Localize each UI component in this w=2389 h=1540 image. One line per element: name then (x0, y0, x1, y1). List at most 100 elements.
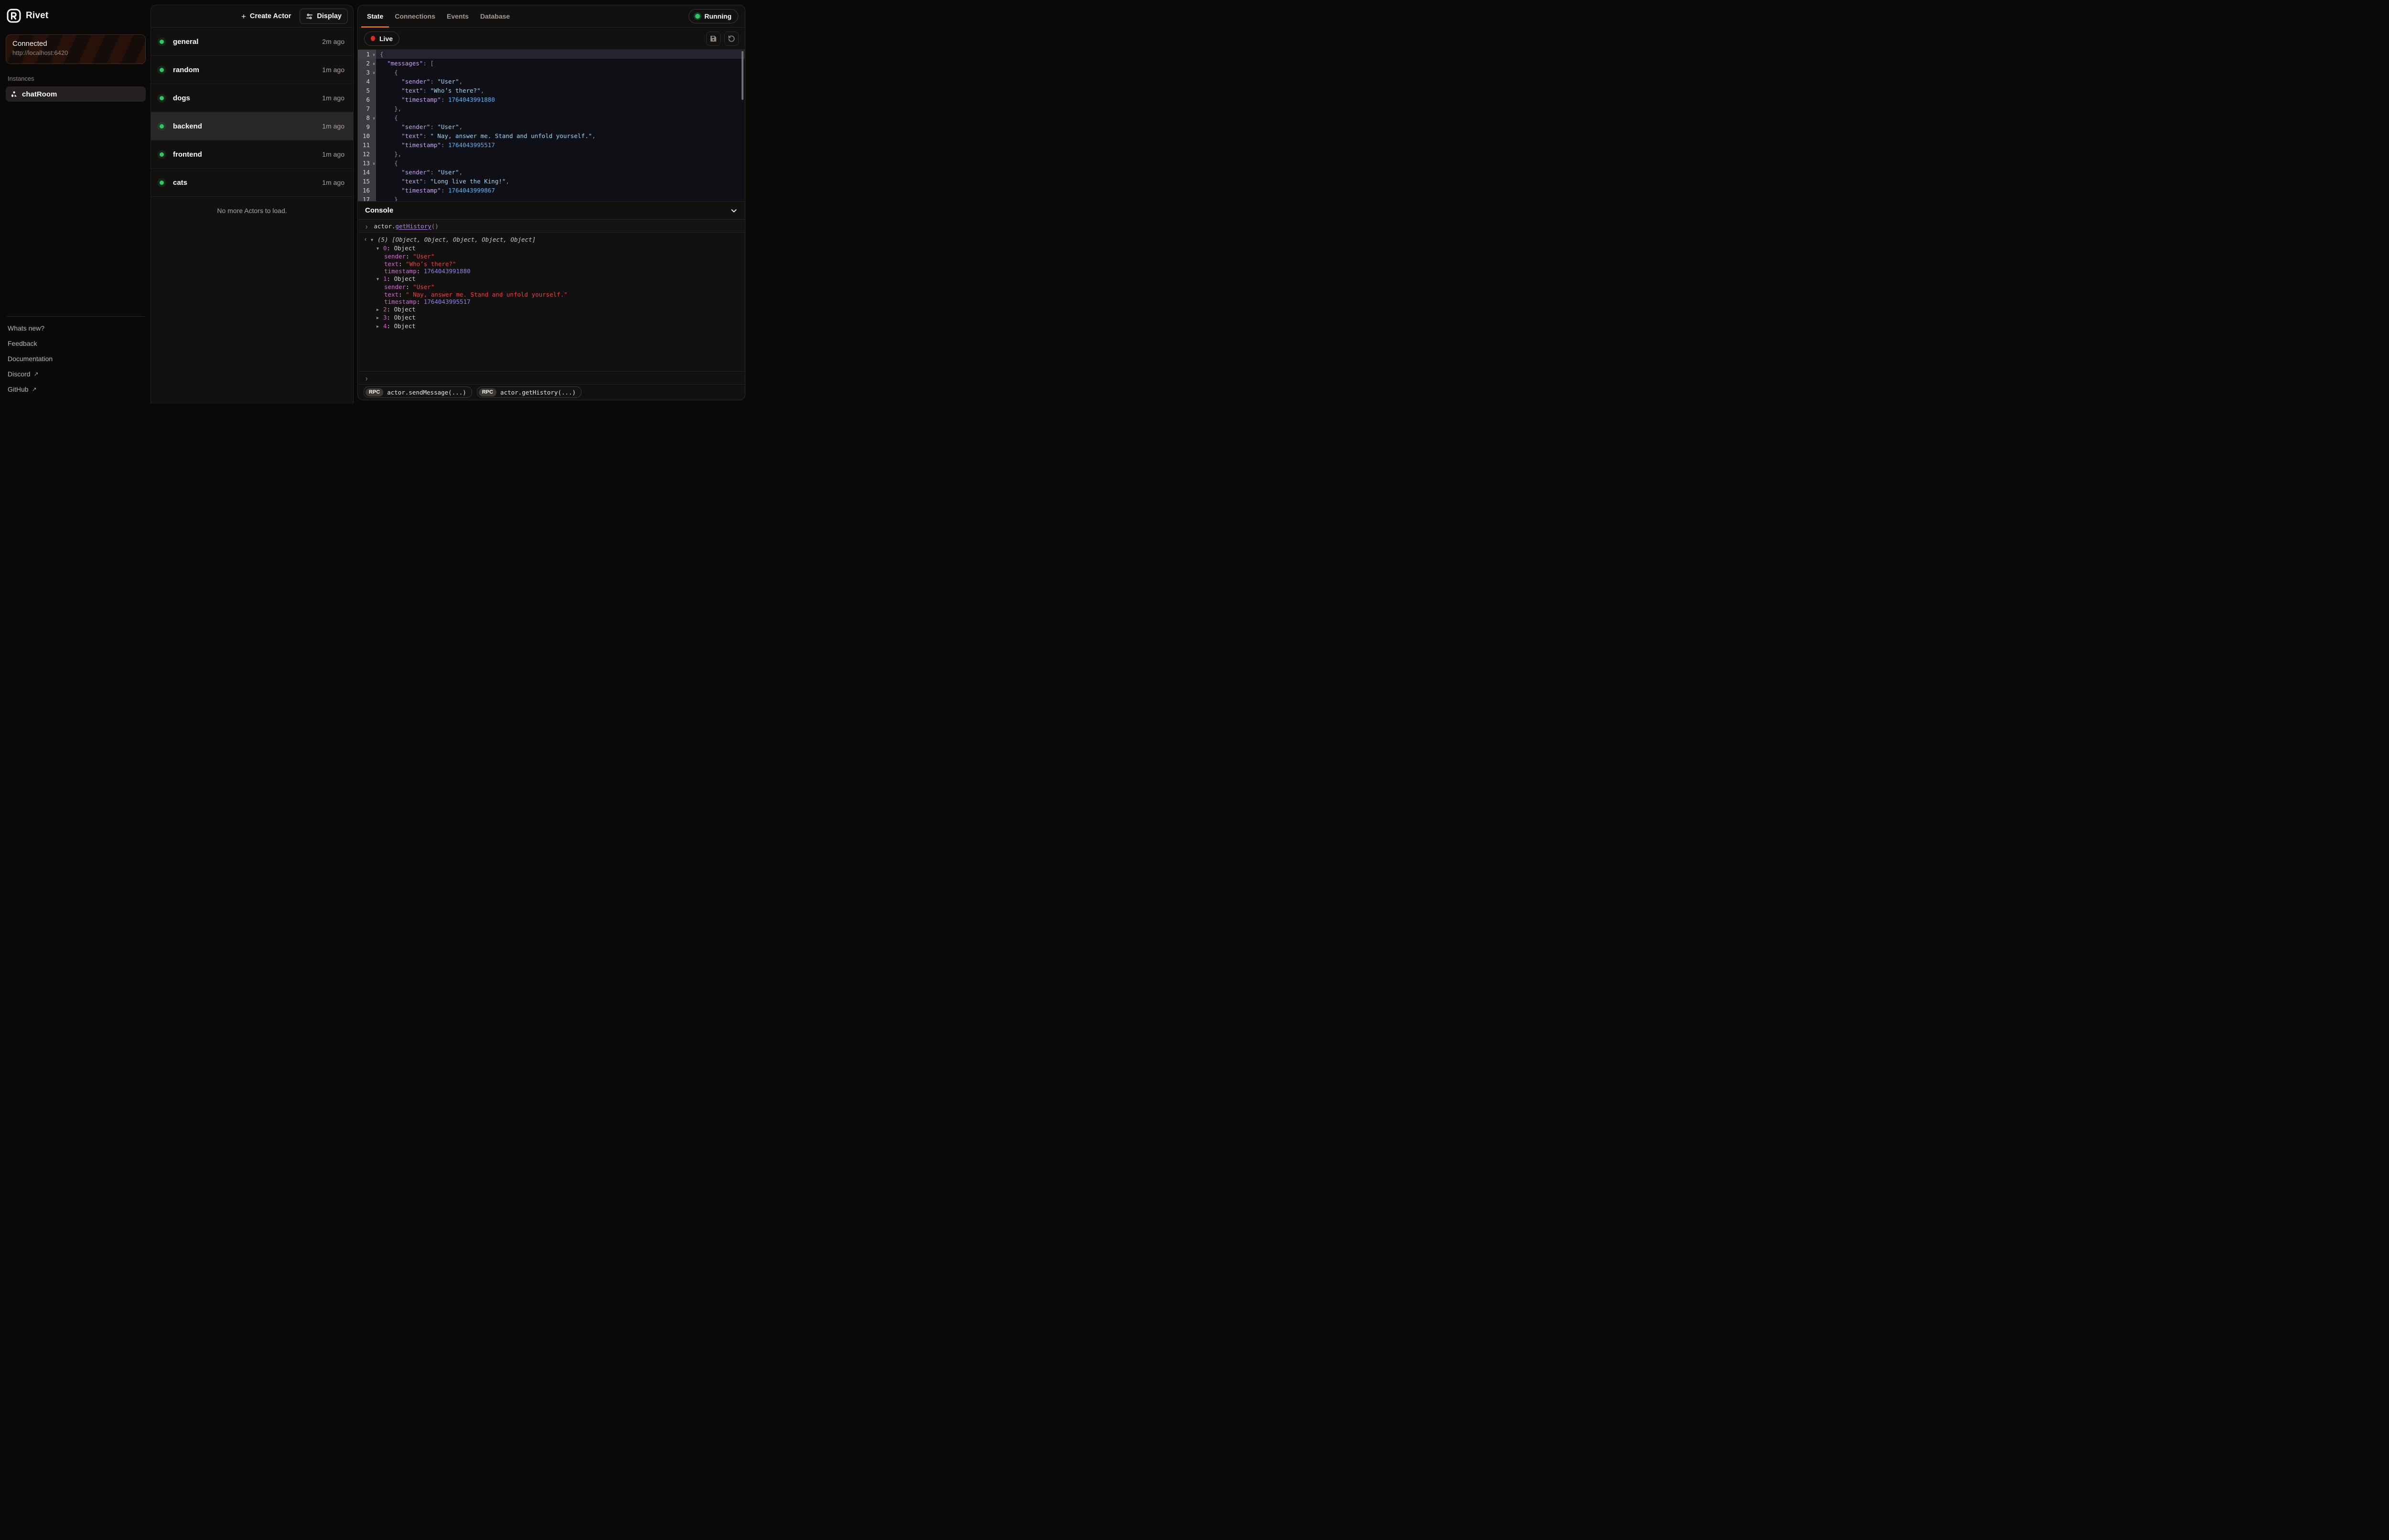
editor-line-1: 1∨{ (358, 50, 745, 59)
editor-line-9: 9 "sender": "User", (358, 122, 745, 131)
code-text: }, (376, 104, 401, 113)
editor-line-7: 7 }, (358, 104, 745, 113)
actor-name: random (173, 66, 199, 74)
line-number: 16 (358, 186, 376, 195)
sidebar-link-documentation[interactable]: Documentation (6, 351, 146, 366)
fold-chevron-icon[interactable]: ∨ (373, 68, 375, 77)
actor-time: 1m ago (322, 94, 344, 102)
editor-line-17: 17 } (358, 195, 745, 201)
tab-state[interactable]: State (361, 5, 389, 27)
fold-chevron-icon[interactable]: ∨ (373, 59, 375, 68)
fold-chevron-icon[interactable]: ∨ (373, 50, 375, 59)
line-gutter: 12 (358, 150, 376, 159)
editor-line-6: 6 "timestamp": 1764043991880 (358, 95, 745, 104)
line-gutter: 8∨ (358, 113, 376, 122)
tab-events[interactable]: Events (441, 5, 474, 27)
line-gutter: 3∨ (358, 68, 376, 77)
actor-name: cats (173, 179, 187, 187)
connection-card: Connected http://localhost:6420 (6, 34, 146, 64)
state-json-editor[interactable]: 1∨{2∨ "messages": [3∨ {4 "sender": "User… (358, 50, 745, 201)
sidebar-instance-chatRoom[interactable]: chatRoom (6, 86, 146, 102)
actor-name: backend (173, 122, 202, 130)
collapsed-triangle-icon[interactable]: ▶ (377, 323, 383, 331)
sidebar-divider (7, 316, 145, 317)
actor-row-frontend[interactable]: frontend1m ago (151, 140, 353, 169)
save-button[interactable] (706, 32, 721, 46)
line-gutter: 17 (358, 195, 376, 201)
rivet-app: Rivet Connected http://localhost:6420 In… (0, 0, 749, 404)
actors-panel: + Create Actor Display general 2m ago rand… (151, 5, 354, 404)
line-number: 4 (358, 77, 376, 86)
actor-row-backend[interactable]: backend 1m ago (151, 112, 353, 140)
sidebar-link-feedback[interactable]: Feedback (6, 336, 146, 351)
external-link-icon: ↗ (32, 386, 37, 393)
line-number: 12 (358, 150, 376, 159)
actor-status-dot (160, 124, 164, 128)
console-tree-row: ▶2: Object (358, 306, 745, 314)
actor-row-dogs[interactable]: dogs1m ago (151, 84, 353, 112)
code-text: "messages": [ (376, 59, 434, 68)
line-gutter: 2∨ (358, 59, 376, 68)
actor-row-random[interactable]: random1m ago (151, 56, 353, 84)
reset-button[interactable] (724, 32, 739, 46)
actor-row-general[interactable]: general 2m ago (151, 28, 353, 56)
actor-time: 1m ago (322, 122, 344, 130)
console-tree-row: text: "Who’s there?" (358, 260, 745, 268)
sidebar: Rivet Connected http://localhost:6420 In… (0, 0, 151, 404)
line-gutter: 6 (358, 95, 376, 104)
editor-line-10: 10 "text": " Nay, answer me. Stand and u… (358, 131, 745, 140)
rpc-chip: RPC (479, 388, 496, 396)
editor-line-15: 15 "text": "Long live the King!", (358, 177, 745, 186)
fold-chevron-icon[interactable]: ∨ (373, 159, 375, 168)
rpc-button-actor-gethistory[interactable]: RPC actor.getHistory(...) (477, 386, 581, 398)
console-tree-row: timestamp: 1764043991880 (358, 267, 745, 275)
code-text: "timestamp": 1764043999867 (376, 186, 495, 195)
console-input[interactable]: › (358, 371, 745, 384)
line-number: 15 (358, 177, 376, 186)
line-number: 14 (358, 168, 376, 177)
actor-time: 1m ago (322, 179, 344, 186)
expanded-triangle-icon[interactable]: ▼ (377, 246, 383, 253)
console-tree-row: timestamp: 1764043995517 (358, 298, 745, 306)
plus-icon: + (241, 12, 246, 21)
rpc-code: actor.getHistory(...) (500, 389, 576, 396)
actor-name: general (173, 38, 198, 46)
actor-group-icon (11, 91, 18, 98)
actor-row-cats[interactable]: cats 1m ago (151, 169, 353, 197)
sidebar-link-github[interactable]: GitHub↗ (6, 382, 146, 397)
editor-line-12: 12 }, (358, 150, 745, 159)
line-number: 9 (358, 122, 376, 131)
console-tree-row: ▶4: Object (358, 322, 745, 331)
tab-database[interactable]: Database (474, 5, 516, 27)
code-text: "sender": "User", (376, 168, 463, 177)
instances-label: Instances (8, 75, 144, 82)
external-link-icon: ↗ (33, 371, 38, 377)
editor-scrollbar[interactable] (742, 51, 743, 100)
rpc-button-actor-sendmessage[interactable]: RPCactor.sendMessage(...) (364, 386, 472, 398)
fold-chevron-icon[interactable]: ∨ (373, 114, 375, 123)
collapsed-triangle-icon[interactable]: ▶ (377, 307, 383, 314)
rivet-logo-icon (7, 9, 21, 23)
sidebar-link-whats-new[interactable]: Whats new? (6, 321, 146, 336)
code-text: "text": "Who’s there?", (376, 86, 484, 95)
live-toggle[interactable]: Live (364, 32, 399, 46)
expanded-triangle-icon[interactable]: ▼ (377, 276, 383, 284)
editor-line-11: 11 "timestamp": 1764043995517 (358, 140, 745, 150)
instances-list: chatRoom (6, 86, 146, 102)
actor-time: 2m ago (322, 38, 344, 45)
expanded-triangle-icon[interactable]: ▼ (371, 237, 377, 245)
undo-rotate-icon (728, 35, 735, 43)
tab-connections[interactable]: Connections (389, 5, 441, 27)
actor-status-dot (160, 96, 164, 100)
line-gutter: 14 (358, 168, 376, 177)
create-actor-button[interactable]: + Create Actor (236, 10, 297, 23)
state-toolbar: Live (358, 28, 745, 50)
line-gutter: 4 (358, 77, 376, 86)
collapsed-triangle-icon[interactable]: ▶ (377, 315, 383, 322)
code-text: }, (376, 150, 401, 159)
connection-status: Connected (12, 40, 139, 48)
console-tree-row: text: " Nay, answer me. Stand and unfold… (358, 291, 745, 299)
sidebar-link-discord[interactable]: Discord↗ (6, 366, 146, 382)
display-button[interactable]: Display (300, 9, 348, 24)
console-collapse-button[interactable] (730, 207, 738, 214)
